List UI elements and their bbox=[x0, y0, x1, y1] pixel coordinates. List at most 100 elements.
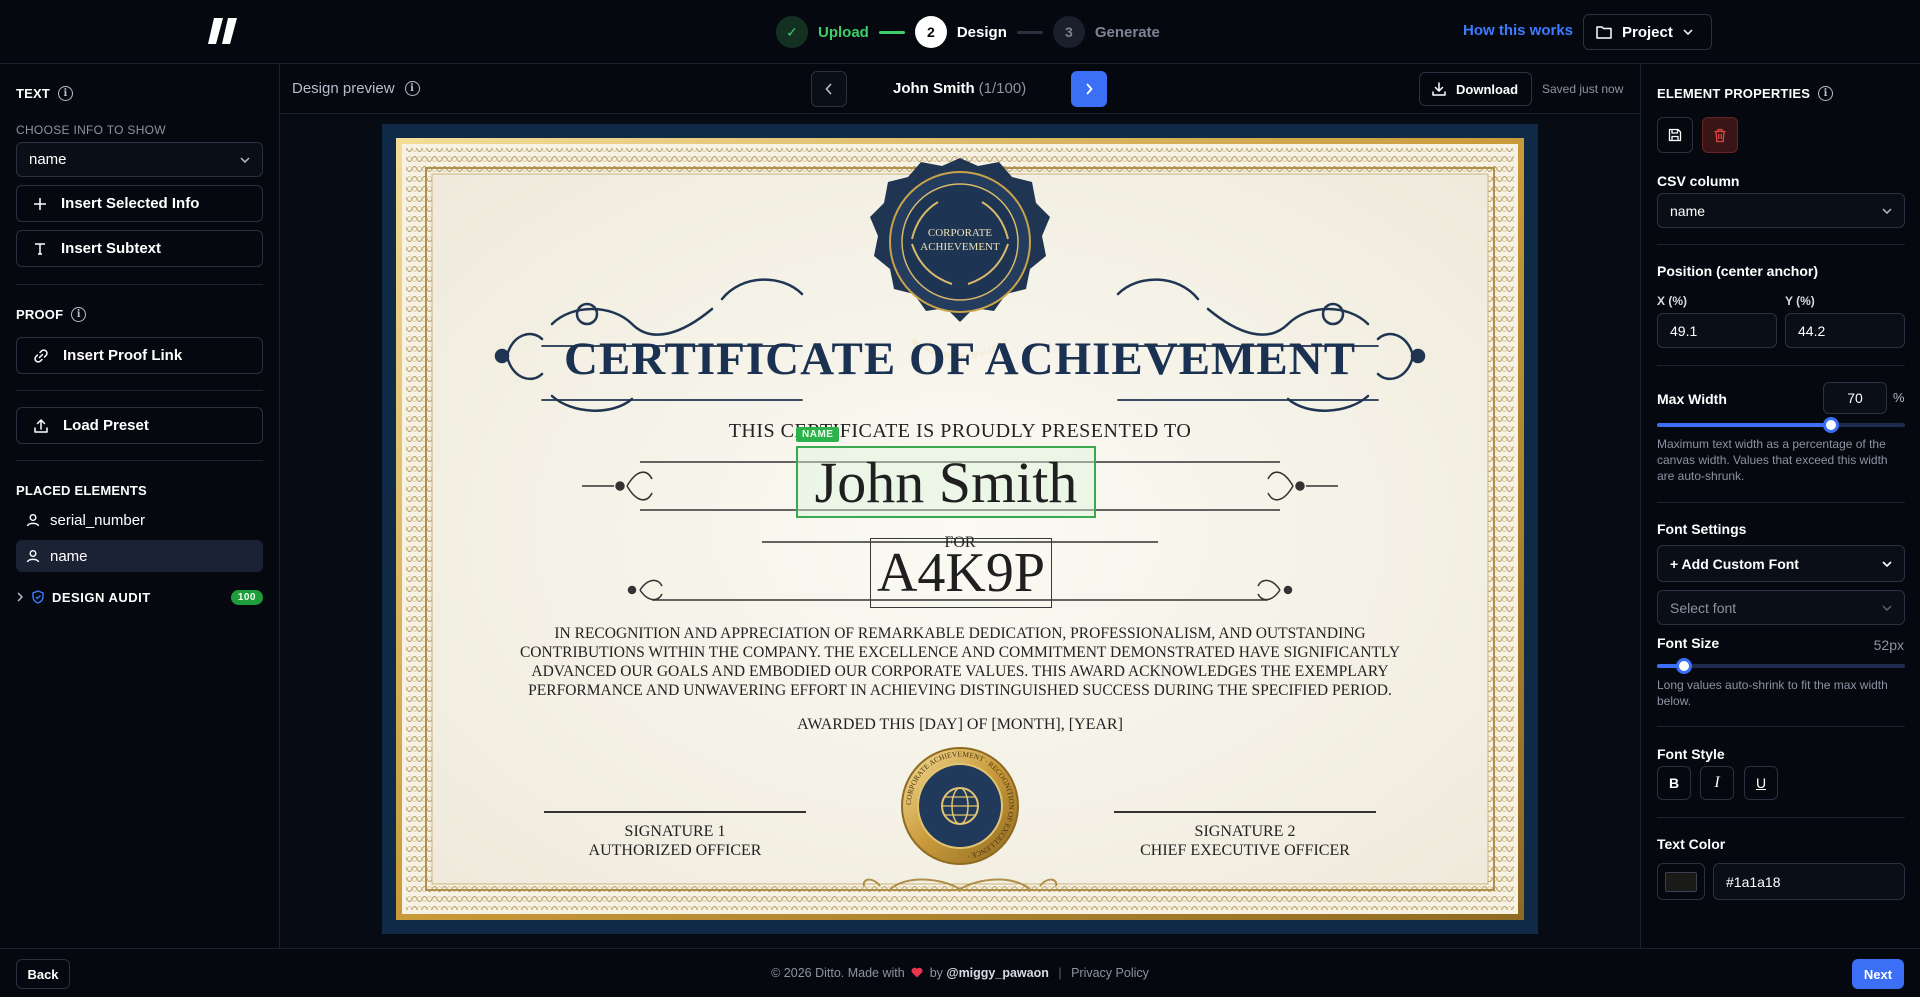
step-connector bbox=[878, 30, 905, 34]
divider bbox=[1657, 365, 1905, 366]
info-icon[interactable]: i bbox=[58, 86, 74, 101]
divider bbox=[1657, 726, 1905, 727]
max-width-slider-thumb[interactable] bbox=[1823, 417, 1839, 433]
info-icon[interactable]: i bbox=[1818, 86, 1834, 101]
step-design-number[interactable]: 2 bbox=[914, 16, 947, 48]
separator: | bbox=[1058, 966, 1062, 980]
load-preset-label: Load Preset bbox=[63, 417, 149, 434]
body-line: IN RECOGNITION AND APPRECIATION OF REMAR… bbox=[554, 625, 1366, 642]
max-width-input[interactable]: 70 bbox=[1823, 382, 1887, 414]
certificate-artwork: CORPORATE ACHIEVEMENT RECOGNITION OF EXC… bbox=[396, 138, 1524, 920]
chevron-right-icon bbox=[1086, 83, 1093, 95]
certificate-title: CERTIFICATE OF ACHIEVEMENT bbox=[563, 333, 1357, 385]
position-label: Position (center anchor) bbox=[1657, 263, 1819, 279]
x-label: X (%) bbox=[1657, 294, 1687, 308]
heart-icon bbox=[911, 967, 923, 978]
max-width-hint: Maximum text width as a percentage of th… bbox=[1657, 437, 1888, 483]
placed-element-label: name bbox=[50, 547, 88, 565]
max-width-slider[interactable] bbox=[1657, 417, 1905, 433]
underline-toggle[interactable]: U bbox=[1744, 766, 1778, 800]
chevron-down-icon bbox=[1882, 604, 1892, 611]
select-font-placeholder: Select font bbox=[1670, 599, 1737, 616]
delete-element-button[interactable] bbox=[1702, 117, 1738, 153]
font-size-slider-thumb[interactable] bbox=[1676, 658, 1692, 674]
y-label: Y (%) bbox=[1785, 294, 1815, 308]
copyright-text: © 2026 Ditto. Made with bbox=[771, 966, 905, 980]
author-handle-link[interactable]: @miggy_pawaon bbox=[946, 966, 1048, 980]
privacy-policy-link[interactable]: Privacy Policy bbox=[1071, 966, 1149, 980]
how-this-works-link[interactable]: How this works bbox=[1463, 22, 1573, 39]
element-properties-title: ELEMENT PROPERTIES i bbox=[1657, 86, 1834, 101]
signature-2-role: CHIEF EXECUTIVE OFFICER bbox=[1140, 842, 1350, 859]
seal-top-line1: CORPORATE bbox=[928, 227, 992, 239]
choose-info-select[interactable]: name bbox=[16, 142, 263, 177]
insert-selected-label: Insert Selected Info bbox=[61, 195, 200, 212]
insert-selected-info-button[interactable]: Insert Selected Info bbox=[16, 185, 263, 222]
previous-record-button[interactable] bbox=[811, 71, 847, 107]
step-upload-check-icon[interactable]: ✓ bbox=[776, 16, 808, 48]
proof-section-title: PROOF i bbox=[16, 307, 87, 322]
max-width-label: Max Width bbox=[1657, 391, 1727, 407]
info-icon[interactable]: i bbox=[404, 81, 420, 96]
font-style-label: Font Style bbox=[1657, 746, 1725, 762]
chevron-down-icon bbox=[1882, 207, 1892, 214]
csv-column-label: CSV column bbox=[1657, 173, 1740, 189]
certificate-canvas[interactable]: CORPORATE ACHIEVEMENT RECOGNITION OF EXC… bbox=[382, 124, 1538, 934]
font-size-slider[interactable] bbox=[1657, 658, 1905, 674]
step-generate-number[interactable]: 3 bbox=[1052, 16, 1085, 48]
chevron-down-icon bbox=[1882, 560, 1892, 567]
next-record-button[interactable] bbox=[1071, 71, 1107, 107]
choose-info-label: CHOOSE INFO TO SHOW bbox=[16, 123, 166, 137]
save-element-button[interactable] bbox=[1657, 117, 1693, 153]
audit-score-badge: 100 bbox=[230, 589, 263, 605]
step-design-label[interactable]: Design bbox=[957, 24, 1007, 41]
placed-element-serial-number[interactable]: serial_number bbox=[16, 504, 263, 536]
placed-element-name[interactable]: name bbox=[16, 540, 263, 572]
project-button[interactable]: Project bbox=[1583, 14, 1712, 50]
text-color-swatch-button[interactable] bbox=[1657, 863, 1705, 900]
recipient-count: (1/100) bbox=[978, 80, 1027, 97]
recipient-name: John Smith bbox=[893, 80, 975, 97]
certificate-awarded-text: AWARDED THIS [DAY] OF [MONTH], [YEAR] bbox=[797, 716, 1123, 733]
load-preset-button[interactable]: Load Preset bbox=[16, 407, 263, 444]
add-custom-font-button[interactable]: + Add Custom Font bbox=[1657, 545, 1905, 582]
link-icon bbox=[34, 348, 48, 363]
footer: Back © 2026 Ditto. Made with by @miggy_p… bbox=[0, 948, 1920, 997]
max-width-slider-fill bbox=[1657, 423, 1831, 427]
save-icon bbox=[1668, 128, 1682, 142]
csv-column-select[interactable]: name bbox=[1657, 193, 1905, 228]
divider bbox=[1657, 244, 1905, 245]
design-audit-toggle[interactable]: DESIGN AUDIT 100 bbox=[16, 585, 263, 609]
step-upload-label[interactable]: Upload bbox=[818, 24, 869, 41]
info-icon[interactable]: i bbox=[71, 307, 87, 322]
font-size-value: 52px bbox=[1873, 637, 1904, 653]
ditto-logo-icon[interactable] bbox=[206, 14, 240, 48]
insert-proof-link-button[interactable]: Insert Proof Link bbox=[16, 337, 263, 374]
font-family-select[interactable]: Select font bbox=[1657, 590, 1905, 625]
name-placeholder-element[interactable]: John Smith bbox=[796, 446, 1096, 518]
step-generate-label[interactable]: Generate bbox=[1095, 24, 1160, 41]
certificate-presented-text: THIS CERTIFICATE IS PROUDLY PRESENTED TO bbox=[728, 420, 1192, 442]
y-position-input[interactable]: 44.2 bbox=[1785, 313, 1905, 348]
save-status: Saved just now bbox=[1542, 82, 1624, 96]
bold-toggle[interactable]: B bbox=[1657, 766, 1691, 800]
italic-toggle[interactable]: I bbox=[1700, 766, 1734, 800]
download-label: Download bbox=[1456, 81, 1519, 97]
placed-title: PLACED ELEMENTS bbox=[16, 483, 147, 498]
design-audit-label: DESIGN AUDIT bbox=[52, 589, 151, 605]
insert-subtext-button[interactable]: Insert Subtext bbox=[16, 230, 263, 267]
placed-element-label: serial_number bbox=[50, 511, 146, 529]
color-swatch bbox=[1665, 871, 1697, 892]
serial-number-placeholder-element[interactable]: A4K9P bbox=[870, 538, 1052, 608]
name-element-tag: NAME bbox=[796, 427, 840, 442]
insert-proof-label: Insert Proof Link bbox=[63, 347, 183, 364]
choose-info-value: name bbox=[29, 151, 67, 168]
x-position-input[interactable]: 49.1 bbox=[1657, 313, 1777, 348]
text-title: TEXT bbox=[16, 86, 51, 101]
text-color-input[interactable]: #1a1a18 bbox=[1713, 863, 1905, 900]
signature-1-title: SIGNATURE 1 bbox=[624, 823, 726, 840]
chevron-right-icon bbox=[17, 592, 24, 602]
font-size-label: Font Size bbox=[1657, 635, 1720, 651]
download-button[interactable]: Download bbox=[1419, 72, 1532, 106]
next-button[interactable]: Next bbox=[1852, 959, 1904, 989]
